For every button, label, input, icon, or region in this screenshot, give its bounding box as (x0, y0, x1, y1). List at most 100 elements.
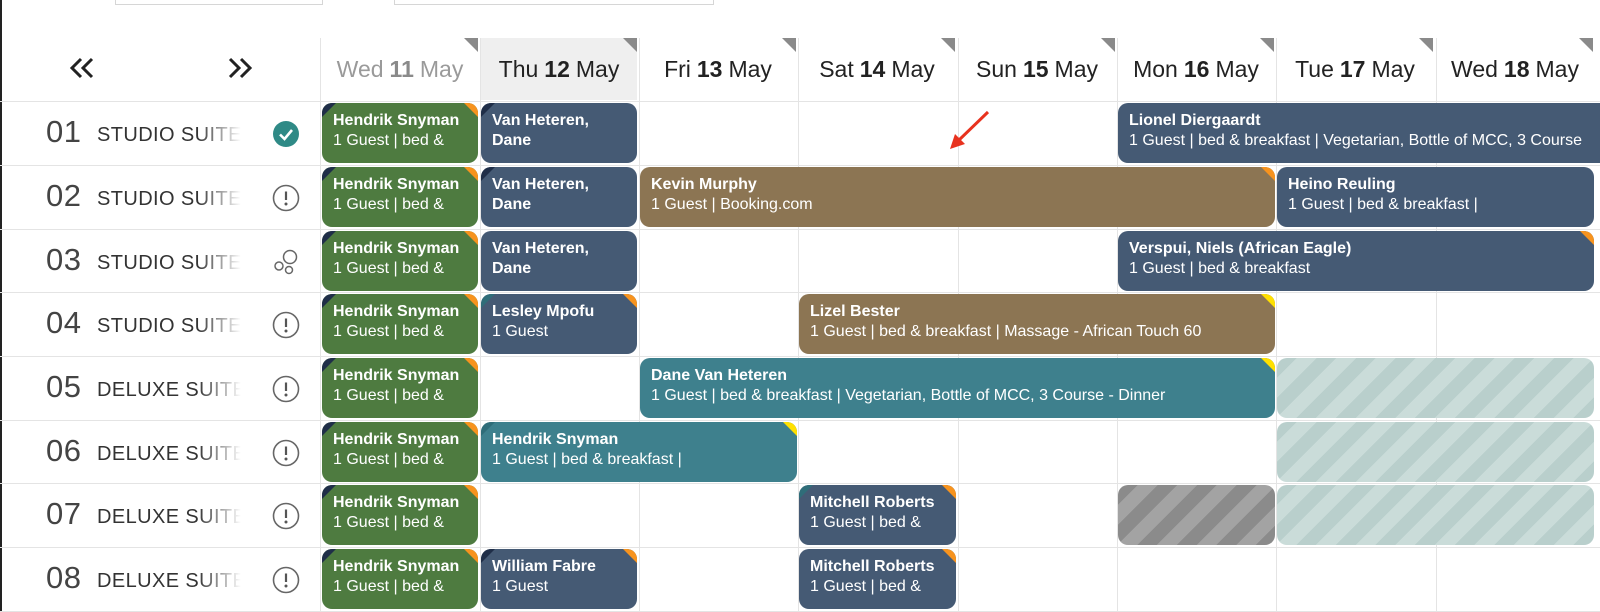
day-header[interactable]: Wed 11 May (322, 38, 478, 100)
booking-guest-name: Hendrik Snyman (333, 303, 460, 320)
booking-block[interactable]: Lizel Bester 1 Guest | bed & breakfast |… (799, 294, 1275, 354)
room-status-button[interactable] (271, 183, 301, 213)
booking-guest-name: Verspui, Niels (African Eagle) (1129, 240, 1352, 257)
room-status-button[interactable] (271, 374, 301, 404)
day-header-weekday: Fri (664, 55, 691, 82)
top-filter-field-2[interactable] (394, 0, 714, 5)
booking-block[interactable]: Hendrik Snyman 1 Guest | bed & (322, 485, 478, 545)
booking-guest-name: Hendrik Snyman (333, 494, 460, 511)
booking-block[interactable]: Heino Reuling 1 Guest | bed & breakfast … (1277, 167, 1594, 227)
booking-block[interactable]: Lesley Mpofu 1 Guest (481, 294, 637, 354)
booking-start-marker (322, 485, 336, 499)
day-header-date: 11 (389, 55, 414, 82)
booking-block[interactable]: Mitchell Roberts 1 Guest | bed & (799, 549, 956, 609)
room-status-button[interactable] (271, 310, 301, 340)
booking-detail: 1 Guest | bed & breakfast | (1288, 196, 1478, 213)
room-number: 08 (46, 560, 82, 595)
booking-guest-name: Hendrik Snyman (333, 367, 460, 384)
header-corner-marker (464, 38, 478, 52)
booking-start-marker (322, 103, 336, 117)
booking-start-marker (481, 294, 495, 308)
day-header-date: 17 (1339, 55, 1366, 82)
booking-guest-name: Van Heteren, Dane (492, 176, 589, 213)
alert-circle-icon (272, 311, 300, 339)
booking-guest-name: Hendrik Snyman (492, 431, 619, 448)
booking-block[interactable]: Dane Van Heteren 1 Guest | bed & breakfa… (640, 358, 1275, 418)
booking-block[interactable]: Hendrik Snyman 1 Guest | bed & (322, 358, 478, 418)
day-header[interactable]: Mon 16 May (1118, 38, 1274, 100)
day-header-month: May (728, 55, 772, 82)
room-status-button[interactable] (271, 438, 301, 468)
day-header-month: May (575, 55, 620, 82)
alert-circle-icon (272, 439, 300, 467)
booking-block[interactable]: Mitchell Roberts 1 Guest | bed & (799, 485, 956, 545)
top-filter-field-1[interactable] (115, 0, 323, 5)
blocked-period[interactable] (1277, 485, 1594, 545)
day-header[interactable]: Sun 15 May (959, 38, 1115, 100)
alert-circle-icon (272, 502, 300, 530)
blocked-period[interactable] (1277, 422, 1594, 482)
booking-block[interactable]: Verspui, Niels (African Eagle) 1 Guest |… (1118, 231, 1594, 291)
room-status-button[interactable] (271, 119, 301, 149)
booking-block[interactable]: Lionel Diergaardt 1 Guest | bed & breakf… (1118, 103, 1600, 163)
header-corner-marker (941, 38, 955, 52)
day-header-weekday: Thu (498, 55, 539, 82)
booking-guest-name: Lionel Diergaardt (1129, 112, 1261, 129)
day-header-weekday: Mon (1133, 55, 1178, 82)
booking-detail: 1 Guest | bed & breakfast | (492, 451, 682, 468)
room-status-button[interactable] (271, 501, 301, 531)
previous-period-button[interactable] (64, 50, 100, 86)
header-corner-marker (782, 38, 796, 52)
booking-block[interactable]: Hendrik Snyman 1 Guest | bed & (322, 422, 478, 482)
room-number: 02 (46, 178, 82, 213)
booking-status-marker (942, 485, 956, 499)
day-header[interactable]: Fri 13 May (640, 38, 796, 100)
header-corner-marker (623, 38, 637, 52)
booking-start-marker (322, 167, 336, 181)
booking-guest-name: Hendrik Snyman (333, 431, 460, 448)
room-row: 01 STUDIO SUITE (0, 102, 320, 165)
booking-block[interactable]: Van Heteren, Dane (481, 167, 637, 227)
day-header[interactable]: Wed 18 May (1437, 38, 1593, 100)
room-number: 06 (46, 433, 82, 468)
day-header-today[interactable]: Thu 12 May (481, 38, 637, 100)
booking-block[interactable]: Hendrik Snyman 1 Guest | bed & breakfast… (481, 422, 797, 482)
booking-block[interactable]: Hendrik Snyman 1 Guest | bed & (322, 103, 478, 163)
booking-detail: 1 Guest | bed & (333, 260, 444, 277)
day-header[interactable]: Sat 14 May (799, 38, 955, 100)
room-number: 04 (46, 305, 82, 340)
alert-circle-icon (272, 184, 300, 212)
booking-guest-name: Mitchell Roberts (810, 558, 935, 575)
booking-block[interactable]: William Fabre 1 Guest (481, 549, 637, 609)
booking-guest-name: Van Heteren, Dane (492, 240, 589, 277)
room-status-button[interactable] (271, 565, 301, 595)
booking-block[interactable]: Hendrik Snyman 1 Guest | bed & (322, 549, 478, 609)
room-number: 05 (46, 369, 82, 404)
blocked-period[interactable] (1118, 485, 1275, 545)
booking-block[interactable]: Kevin Murphy 1 Guest | Booking.com (640, 167, 1275, 227)
booking-start-marker (322, 422, 336, 436)
booking-block[interactable]: Van Heteren, Dane (481, 231, 637, 291)
booking-block[interactable]: Hendrik Snyman 1 Guest | bed & (322, 167, 478, 227)
blocked-period[interactable] (1277, 358, 1594, 418)
day-header-date: 18 (1503, 55, 1530, 82)
booking-detail: 1 Guest | bed & breakfast | Vegetarian, … (1129, 132, 1582, 149)
booking-status-marker (1261, 167, 1275, 181)
room-row: 02 STUDIO SUITE (0, 166, 320, 229)
booking-detail: 1 Guest | Booking.com (651, 196, 813, 213)
booking-block[interactable]: Hendrik Snyman 1 Guest | bed & (322, 294, 478, 354)
room-type: STUDIO SUITE (97, 188, 241, 210)
booking-status-marker (623, 294, 637, 308)
next-period-button[interactable] (222, 50, 258, 86)
booking-detail: 1 Guest | bed & (333, 451, 444, 468)
bubbles-icon (274, 249, 298, 275)
booking-detail: 1 Guest (492, 578, 549, 595)
room-row: 03 STUDIO SUITE (0, 230, 320, 293)
day-header[interactable]: Tue 17 May (1277, 38, 1433, 100)
booking-detail: 1 Guest | bed & (810, 514, 921, 531)
booking-status-marker (464, 485, 478, 499)
room-status-button[interactable] (271, 247, 301, 277)
booking-block[interactable]: Van Heteren, Dane (481, 103, 637, 163)
booking-block[interactable]: Hendrik Snyman 1 Guest | bed & (322, 231, 478, 291)
booking-start-marker (481, 167, 495, 181)
